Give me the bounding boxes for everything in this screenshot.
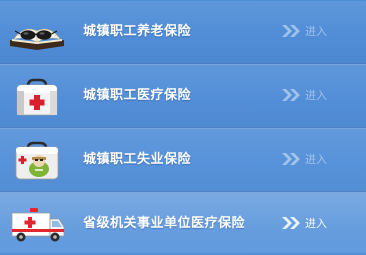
enter-link[interactable]: 进入	[281, 193, 351, 255]
unemployment-kit-icon	[15, 141, 59, 180]
menu-item-label: 城镇职工失业保险	[83, 152, 192, 167]
double-chevron-right-icon	[282, 153, 300, 165]
enter-label: 进入	[305, 89, 327, 102]
menu-item-pension-insurance[interactable]: 城镇职工养老保险 进入	[0, 1, 366, 63]
enter-label: 进入	[305, 217, 327, 230]
divider	[0, 63, 366, 65]
menu-item-label: 城镇职工医疗保险	[83, 88, 192, 103]
ambulance-icon	[11, 208, 65, 242]
menu-item-medical-insurance[interactable]: 城镇职工医疗保险 进入	[0, 65, 366, 127]
double-chevron-right-icon	[282, 217, 300, 229]
double-chevron-right-icon	[282, 89, 300, 101]
insurance-menu: 城镇职工养老保险 进入 城镇职工医疗保险 进入 城镇职工失业保险 进入 省级机关…	[0, 0, 366, 255]
enter-link[interactable]: 进入	[281, 1, 351, 63]
enter-link[interactable]: 进入	[281, 65, 351, 127]
enter-label: 进入	[305, 153, 327, 166]
divider	[0, 191, 366, 193]
menu-item-label: 省级机关事业单位医疗保险	[83, 216, 246, 231]
book-glasses-icon	[10, 28, 64, 50]
divider	[0, 127, 366, 129]
enter-label: 进入	[305, 25, 327, 38]
menu-item-unemployment-insurance[interactable]: 城镇职工失业保险 进入	[0, 129, 366, 191]
enter-link[interactable]: 进入	[281, 129, 351, 191]
menu-item-provincial-medical-insurance[interactable]: 省级机关事业单位医疗保险 进入	[0, 193, 366, 255]
double-chevron-right-icon	[282, 25, 300, 37]
menu-item-label: 城镇职工养老保险	[83, 24, 192, 39]
medical-kit-icon	[16, 78, 58, 116]
